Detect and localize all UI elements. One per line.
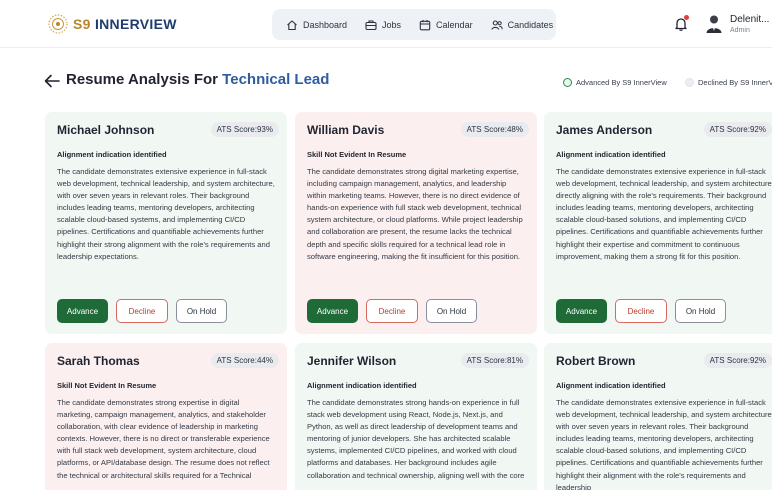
candidate-name: William Davis <box>307 123 385 137</box>
candidate-card: Sarah Thomas ATS Score:44% Skill Not Evi… <box>45 343 287 490</box>
card-actions: Advance Decline On Hold <box>307 299 485 323</box>
page-title-prefix: Resume Analysis For <box>66 71 218 88</box>
nav-dashboard[interactable]: Dashboard <box>286 19 347 31</box>
decline-button[interactable]: Decline <box>366 299 418 323</box>
nav-calendar-label: Calendar <box>436 19 473 30</box>
legend-advanced: Advanced By S9 InnerView <box>563 78 667 87</box>
user-role: Admin <box>730 27 750 34</box>
legend-declined: Declined By S9 InnerView <box>685 78 772 87</box>
ats-score-badge: ATS Score:44% <box>210 353 279 368</box>
decline-button[interactable]: Decline <box>615 299 667 323</box>
legend-declined-swatch <box>685 78 694 87</box>
brand-logo[interactable]: S9 INNERVIEW <box>47 11 177 37</box>
nav-jobs[interactable]: Jobs <box>365 19 401 31</box>
ats-score-badge: ATS Score:81% <box>460 353 529 368</box>
ats-score-badge: ATS Score:93% <box>210 122 279 137</box>
nav-jobs-label: Jobs <box>382 19 402 30</box>
brand-prefix: S9 <box>73 16 91 32</box>
users-icon <box>491 19 503 30</box>
page-title-role: Technical Lead <box>222 71 330 88</box>
candidate-card: James Anderson ATS Score:92% Alignment i… <box>544 112 772 334</box>
advance-button[interactable]: Advance <box>556 299 607 323</box>
ats-score-badge: ATS Score:92% <box>703 353 772 368</box>
on-hold-button[interactable]: On Hold <box>426 299 477 323</box>
candidate-name: Robert Brown <box>556 354 636 368</box>
candidate-description: The candidate demonstrates extensive exp… <box>57 167 275 261</box>
calendar-icon <box>419 19 431 30</box>
notification-badge <box>684 15 689 20</box>
candidate-status: Alignment indication identified <box>556 381 666 390</box>
ats-score-badge: ATS Score:48% <box>460 122 529 137</box>
nav-dashboard-label: Dashboard <box>303 19 348 30</box>
candidate-name: Jennifer Wilson <box>307 354 397 368</box>
candidate-name: Michael Johnson <box>57 123 155 137</box>
advance-button[interactable]: Advance <box>57 299 108 323</box>
candidate-card: William Davis ATS Score:48% Skill Not Ev… <box>295 112 537 334</box>
candidate-card: Michael Johnson ATS Score:93% Alignment … <box>45 112 287 334</box>
top-bar: S9 INNERVIEW Dashboard Jobs Calendar Can… <box>0 0 772 48</box>
candidate-card: Jennifer Wilson ATS Score:81% Alignment … <box>295 343 537 490</box>
candidate-status: Skill Not Evident In Resume <box>307 150 407 159</box>
candidate-name: Sarah Thomas <box>57 354 140 368</box>
card-actions: Advance Decline On Hold <box>57 299 235 323</box>
candidate-name: James Anderson <box>556 123 653 137</box>
brand-name: INNERVIEW <box>94 16 177 32</box>
page-title: Resume Analysis For Technical Lead <box>66 71 329 88</box>
avatar[interactable] <box>705 14 723 34</box>
candidate-status: Skill Not Evident In Resume <box>57 381 157 390</box>
back-arrow-icon[interactable] <box>44 74 60 88</box>
nav-candidates-label: Candidates <box>507 19 554 30</box>
candidate-status: Alignment indication identified <box>57 150 167 159</box>
on-hold-button[interactable]: On Hold <box>176 299 227 323</box>
legend-declined-label: Declined By S9 InnerView <box>698 78 772 87</box>
logo-icon <box>48 14 68 34</box>
advance-button[interactable]: Advance <box>307 299 358 323</box>
legend-advanced-label: Advanced By S9 InnerView <box>576 78 667 87</box>
legend-advanced-swatch <box>563 78 572 87</box>
candidate-description: The candidate demonstrates strong expert… <box>57 398 270 480</box>
nav-candidates[interactable]: Candidates <box>491 19 554 31</box>
briefcase-icon <box>365 19 377 30</box>
home-icon <box>287 19 297 30</box>
candidate-status: Alignment indication identified <box>307 381 417 390</box>
candidate-description: The candidate demonstrates extensive exp… <box>556 167 772 261</box>
decline-button[interactable]: Decline <box>116 299 168 323</box>
user-info[interactable]: Delenit... Admin <box>730 14 769 34</box>
main-nav: Dashboard Jobs Calendar Candidates <box>272 9 556 40</box>
card-actions: Advance Decline On Hold <box>556 299 734 323</box>
on-hold-button[interactable]: On Hold <box>675 299 726 323</box>
candidate-description: The candidate demonstrates strong hands-… <box>307 398 525 480</box>
candidate-description: The candidate demonstrates extensive exp… <box>556 398 772 490</box>
user-name: Delenit... <box>730 14 770 25</box>
nav-calendar[interactable]: Calendar <box>419 19 473 31</box>
candidate-description: The candidate demonstrates strong digita… <box>307 167 523 261</box>
ats-score-badge: ATS Score:92% <box>703 122 772 137</box>
candidate-status: Alignment indication identified <box>556 150 666 159</box>
candidate-card: Robert Brown ATS Score:92% Alignment ind… <box>544 343 772 490</box>
